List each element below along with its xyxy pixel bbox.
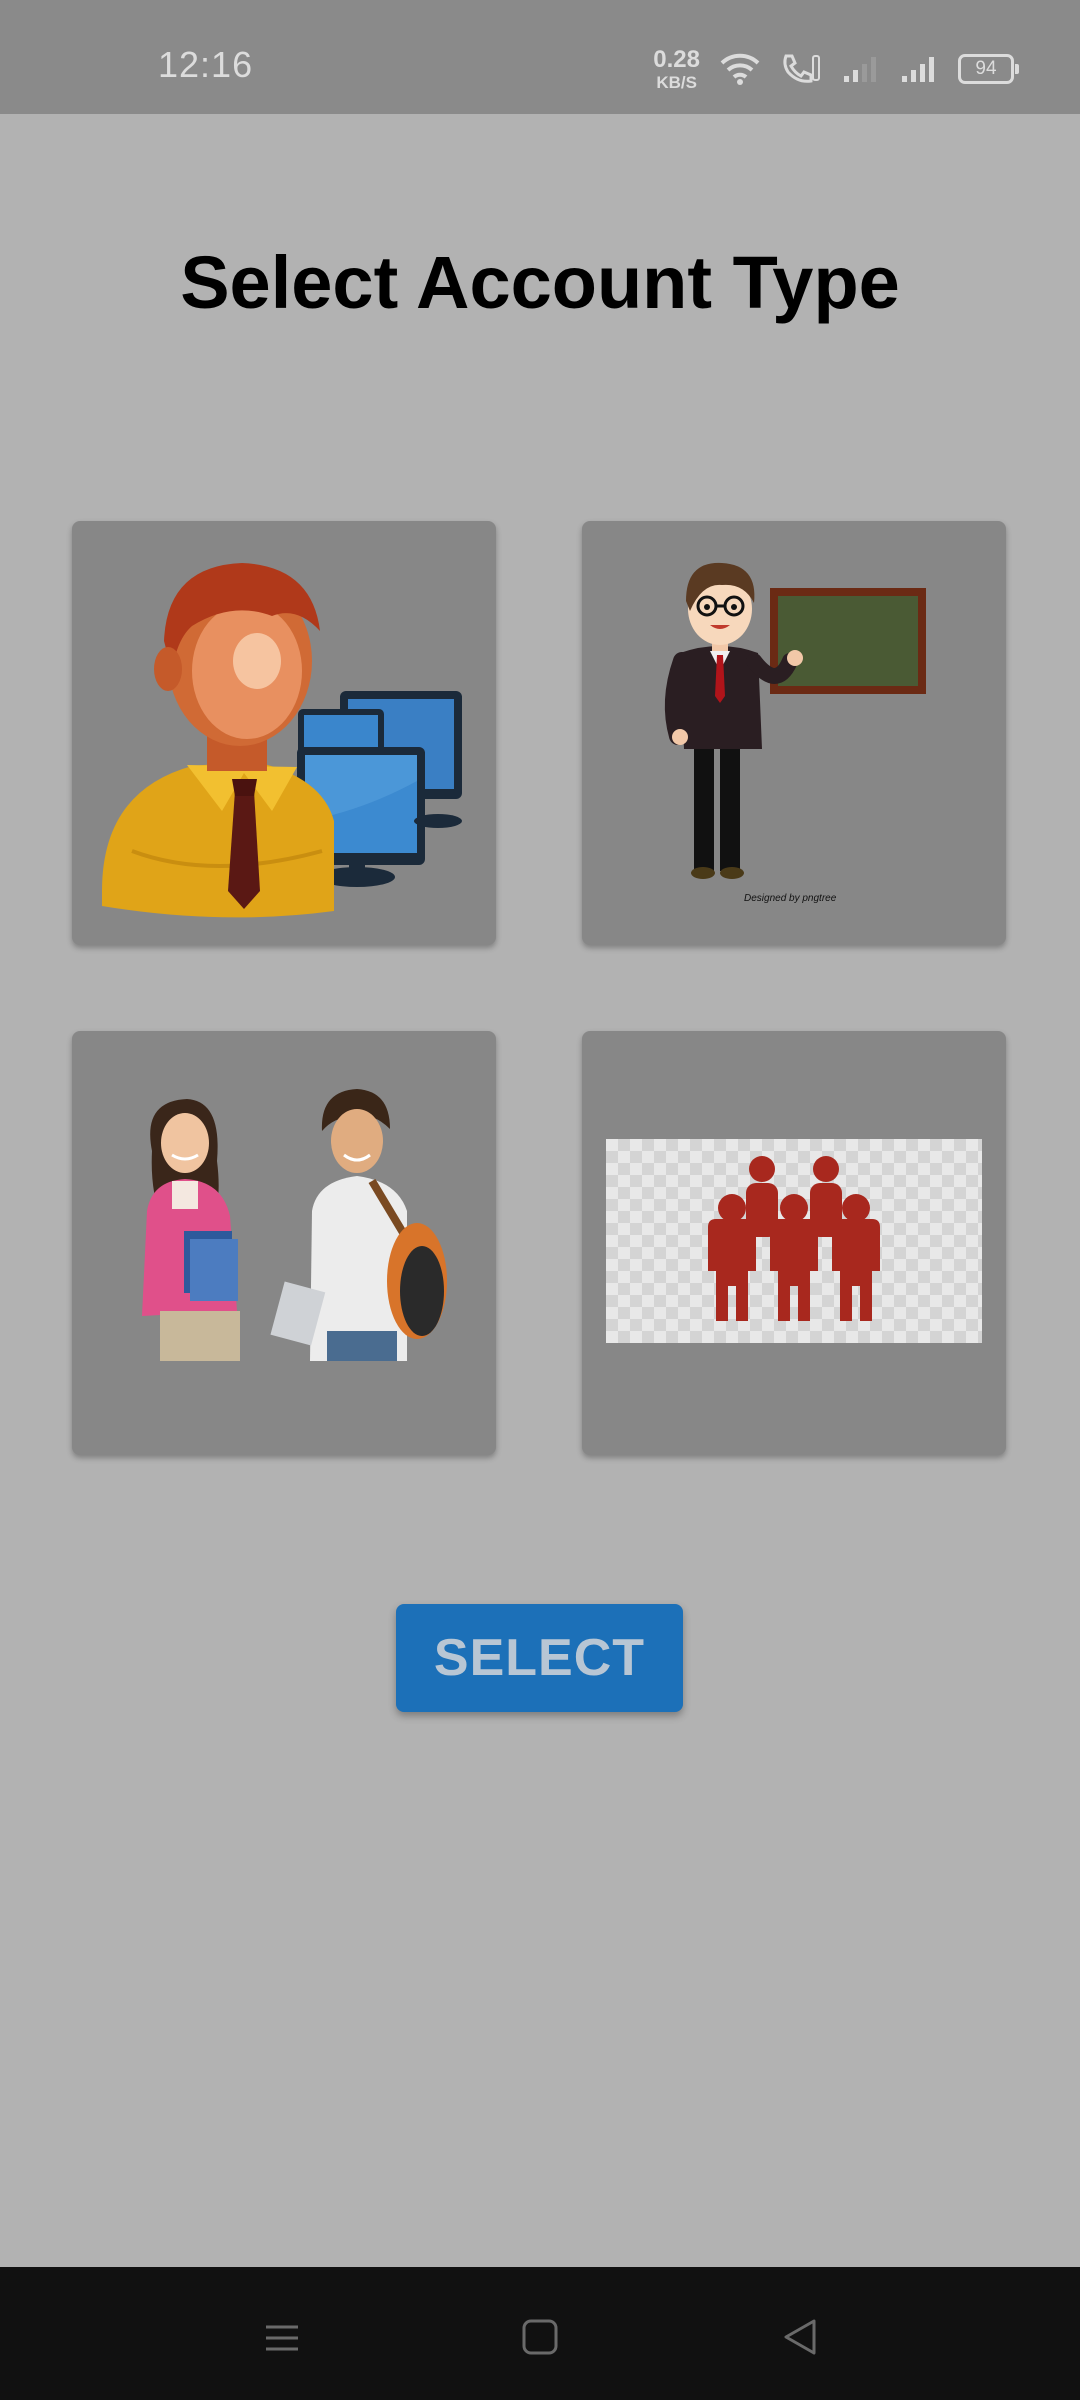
account-type-group-card[interactable] [582, 1031, 1006, 1455]
net-speed-unit: KB/S [656, 72, 697, 92]
account-type-student-card[interactable] [72, 1031, 496, 1455]
account-type-admin-card[interactable] [72, 521, 496, 945]
account-type-teacher-card[interactable]: Designed by pngtree [582, 521, 1006, 945]
teacher-icon: Designed by pngtree [664, 562, 926, 904]
menu-icon[interactable] [252, 2307, 312, 2367]
pngtree-watermark: Designed by pngtree [744, 893, 837, 904]
net-speed: 0.28 KB/S [653, 45, 700, 92]
students-icon [142, 1089, 447, 1361]
select-button[interactable]: SELECT [396, 1604, 683, 1712]
net-speed-value: 0.28 [653, 45, 700, 73]
navigation-bar [0, 2267, 1080, 2400]
group-icon [606, 1139, 982, 1343]
signal-icon [844, 57, 876, 82]
signal-icon [902, 57, 934, 82]
home-icon[interactable] [510, 2307, 570, 2367]
page-title: Select Account Type [180, 241, 900, 324]
screen: 12:16 0.28 KB/S 94 Select Account Type D… [0, 0, 1080, 2400]
wifi-icon [720, 53, 760, 85]
back-icon[interactable] [770, 2307, 830, 2367]
volte-call-icon [783, 54, 820, 83]
status-bar: 12:16 0.28 KB/S 94 [0, 0, 1080, 114]
admin-icon [102, 563, 462, 918]
battery-icon: 94 [958, 54, 1019, 84]
status-icons: 0.28 KB/S 94 [653, 44, 1019, 94]
status-time: 12:16 [158, 44, 254, 85]
